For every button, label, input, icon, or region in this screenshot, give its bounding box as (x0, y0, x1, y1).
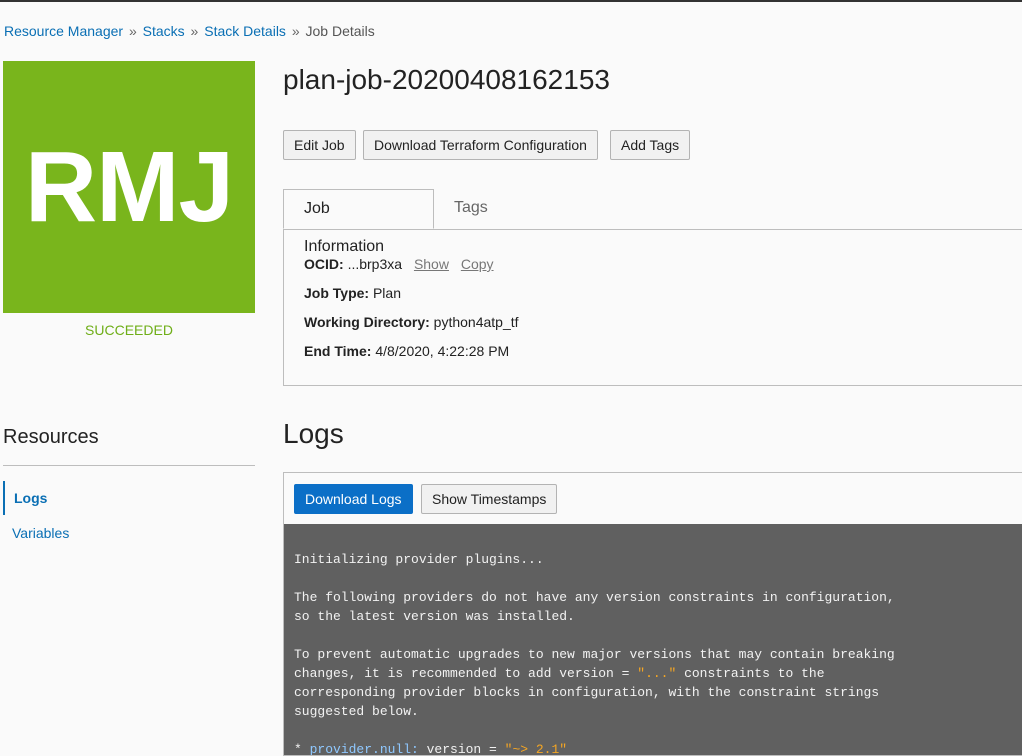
ocid-label: OCID: (304, 256, 344, 272)
log-line: Initializing provider plugins... (294, 552, 544, 567)
end-time-label: End Time: (304, 343, 372, 359)
breadcrumb-separator: » (190, 23, 199, 39)
working-directory-label: Working Directory: (304, 314, 430, 330)
job-tabs: Job Information Tags (283, 189, 1022, 255)
log-string: "~> 2.1" (504, 742, 568, 755)
show-timestamps-button[interactable]: Show Timestamps (421, 484, 558, 514)
log-line: so the latest version was installed. (294, 609, 575, 624)
breadcrumb-stacks[interactable]: Stacks (143, 23, 185, 39)
edit-job-button[interactable]: Edit Job (283, 130, 356, 160)
logs-title: Logs (283, 418, 344, 449)
log-text: changes, it is recommended to add versio… (294, 666, 638, 681)
working-directory-value: python4atp_tf (433, 314, 519, 330)
ocid-value: ...brp3xa (347, 256, 403, 272)
tab-tags[interactable]: Tags (434, 189, 508, 229)
download-logs-button[interactable]: Download Logs (294, 484, 413, 514)
resources-item-logs[interactable]: Logs (3, 481, 255, 515)
end-time-row: End Time: 4/8/2020, 4:22:28 PM (304, 343, 509, 359)
log-line: suggested below. (294, 704, 419, 719)
job-type-row: Job Type: Plan (304, 285, 401, 301)
resources-title: Resources (3, 426, 99, 448)
resources-item-variables[interactable]: Variables (3, 516, 255, 550)
breadcrumb-separator: » (128, 23, 137, 39)
download-terraform-config-button[interactable]: Download Terraform Configuration (363, 130, 598, 160)
end-time-value: 4/8/2020, 4:22:28 PM (375, 343, 510, 359)
job-information-panel: OCID: ...brp3xa Show Copy Job Type: Plan… (283, 229, 1022, 386)
ocid-show-link[interactable]: Show (414, 256, 449, 272)
badge-initials: RMJ (24, 130, 234, 243)
log-line: changes, it is recommended to add versio… (294, 664, 1012, 683)
log-line: The following providers do not have any … (294, 590, 895, 605)
log-line: * provider.null: version = "~> 2.1" (294, 740, 1012, 755)
ocid-copy-link[interactable]: Copy (461, 256, 494, 272)
breadcrumb-resource-manager[interactable]: Resource Manager (4, 23, 123, 39)
log-string: "..." (637, 666, 677, 681)
log-line: To prevent automatic upgrades to new maj… (294, 647, 895, 662)
log-text: * (294, 742, 310, 755)
logs-panel: Download Logs Show Timestamps Initializi… (283, 472, 1022, 756)
log-console[interactable]: Initializing provider plugins... The fol… (284, 524, 1022, 755)
status-label: SUCCEEDED (85, 322, 173, 338)
resources-divider (3, 465, 255, 466)
log-line: corresponding provider blocks in configu… (294, 685, 880, 700)
breadcrumb-separator: » (291, 23, 300, 39)
job-type-value: Plan (372, 285, 401, 301)
breadcrumb-current: Job Details (305, 23, 375, 39)
job-type-label: Job Type: (304, 285, 370, 301)
tab-job-information[interactable]: Job Information (283, 189, 434, 255)
working-directory-row: Working Directory: python4atp_tf (304, 314, 519, 330)
breadcrumb: Resource Manager » Stacks » Stack Detail… (4, 23, 375, 39)
ocid-row: OCID: ...brp3xa Show Copy (304, 256, 494, 272)
log-text: constraints to the (676, 666, 825, 681)
job-badge: RMJ (3, 61, 255, 313)
log-text: version = (418, 742, 505, 755)
breadcrumb-stack-details[interactable]: Stack Details (204, 23, 286, 39)
log-provider-key: provider.null: (309, 742, 419, 755)
page-title: plan-job-20200408162153 (283, 64, 610, 95)
add-tags-button[interactable]: Add Tags (610, 130, 691, 160)
